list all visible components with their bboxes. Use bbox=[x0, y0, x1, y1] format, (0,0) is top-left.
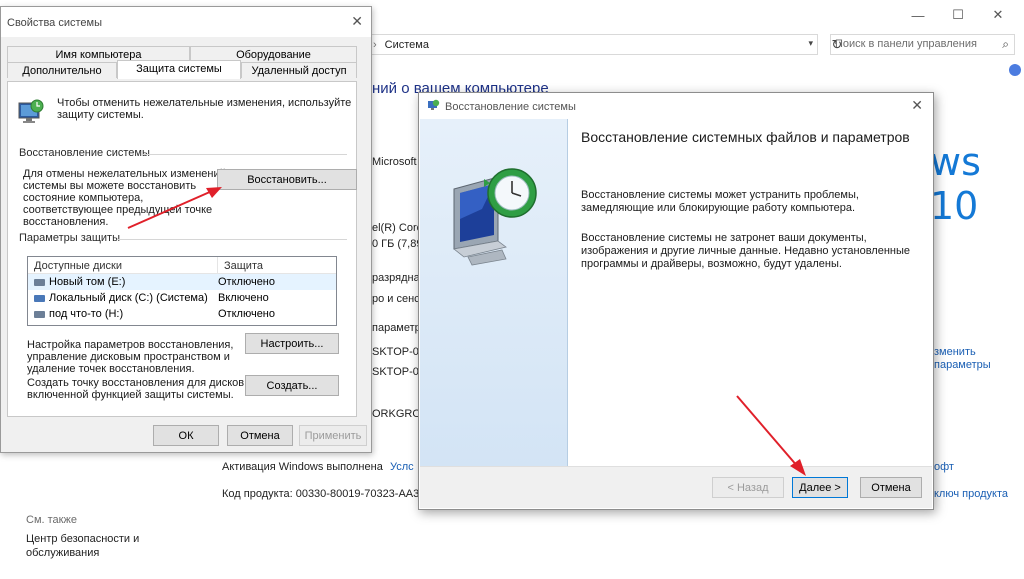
wizard-title: Восстановление системы bbox=[445, 101, 576, 113]
wizard-text-3: Восстановление системы не затронет ваши … bbox=[581, 232, 867, 244]
close-icon[interactable]: ✕ bbox=[978, 4, 1018, 26]
disk-status: Включено bbox=[218, 292, 269, 304]
microsoft-link[interactable]: офт bbox=[934, 461, 954, 473]
apply-button[interactable]: Применить bbox=[299, 425, 367, 446]
system-restore-icon bbox=[428, 99, 440, 110]
system-properties-dialog: Свойства системы ✕ Имя компьютера Оборуд… bbox=[0, 6, 372, 453]
dialog-title: Свойства системы bbox=[7, 17, 103, 29]
maximize-icon[interactable]: ☐ bbox=[938, 4, 978, 26]
window-caption-buttons: — ☐ ✕ bbox=[898, 4, 1018, 26]
table-row[interactable]: Локальный диск (C:) (Система) Включено bbox=[28, 290, 336, 306]
monitor-restore-icon bbox=[453, 168, 537, 266]
see-also-label: См. также bbox=[26, 514, 77, 526]
activation-status: Активация Windows выполнена bbox=[222, 461, 383, 473]
table-row[interactable]: под что-то (H:) Отключено bbox=[28, 306, 336, 322]
computer-params-label: параметр bbox=[372, 322, 421, 334]
wizard-text-2: замедляющие или блокирующие работу компь… bbox=[581, 202, 856, 214]
system-restore-wizard: Восстановление системы ✕ Восстановление … bbox=[418, 92, 934, 510]
disk-name: под что-то (H:) bbox=[49, 308, 124, 320]
create-button[interactable]: Создать... bbox=[245, 375, 339, 396]
wizard-text-1: Восстановление системы может устранить п… bbox=[581, 189, 859, 201]
protection-group-title: Параметры защиты bbox=[19, 232, 120, 244]
os-edition: Microsoft bbox=[372, 156, 417, 168]
configure-button[interactable]: Настроить... bbox=[245, 333, 339, 354]
back-button[interactable]: < Назад bbox=[712, 477, 784, 498]
tab-row-2: Дополнительно Защита системы Удаленный д… bbox=[7, 60, 357, 79]
restore-desc-4: соответствующее предыдущей точке bbox=[23, 204, 213, 216]
license-terms-link[interactable]: Услс bbox=[390, 461, 414, 473]
change-settings-link[interactable]: зменить bbox=[934, 346, 976, 358]
pen-value: ро и сенс bbox=[372, 293, 420, 305]
search-input[interactable]: Поиск в панели управления ⌕ bbox=[830, 34, 1015, 55]
restore-desc-3: состояние компьютера, bbox=[23, 192, 144, 204]
breadcrumb-system[interactable]: Система bbox=[385, 39, 429, 51]
dialog-titlebar: Свойства системы ✕ bbox=[1, 7, 371, 37]
column-available-disks[interactable]: Доступные диски bbox=[28, 257, 218, 273]
breadcrumb-separator: › bbox=[373, 38, 377, 51]
tab-advanced[interactable]: Дополнительно bbox=[7, 62, 117, 78]
intro-text-1: Чтобы отменить нежелательные изменения, … bbox=[57, 97, 352, 109]
wizard-titlebar: Восстановление системы ✕ bbox=[419, 93, 933, 119]
search-placeholder: Поиск в панели управления bbox=[835, 38, 977, 50]
disk-name: Новый том (E:) bbox=[49, 276, 126, 288]
disk-status: Отключено bbox=[218, 276, 275, 288]
restore-group-title: Восстановление системы bbox=[19, 147, 150, 159]
wizard-heading: Восстановление системных файлов и параме… bbox=[581, 129, 910, 145]
ram-value: 0 ГБ (7,89 bbox=[372, 238, 423, 250]
tab-remote[interactable]: Удаленный доступ bbox=[241, 62, 357, 78]
scroll-up-icon[interactable] bbox=[1009, 64, 1021, 76]
column-protection[interactable]: Защита bbox=[218, 257, 263, 273]
next-button[interactable]: Далее > bbox=[792, 477, 848, 498]
security-center-link-2[interactable]: обслуживания bbox=[26, 547, 99, 559]
disk-status: Отключено bbox=[218, 308, 275, 320]
configure-desc-1: Настройка параметров восстановления, bbox=[27, 339, 234, 351]
change-settings-link-2[interactable]: параметры bbox=[934, 359, 991, 371]
processor-value: el(R) Core bbox=[372, 222, 423, 234]
ok-button[interactable]: ОК bbox=[153, 425, 219, 446]
system-type-value: разрядна bbox=[372, 272, 420, 284]
cancel-button[interactable]: Отмена bbox=[227, 425, 293, 446]
configure-desc-2: управление дисковым пространством и bbox=[27, 351, 230, 363]
product-key: Код продукта: 00330-80019-70323-AA37 bbox=[222, 488, 426, 500]
close-icon[interactable]: ✕ bbox=[351, 13, 363, 30]
wizard-side-panel bbox=[420, 119, 568, 467]
scrollbar[interactable] bbox=[1005, 60, 1024, 579]
wizard-footer: < Назад Далее > Отмена bbox=[420, 466, 932, 508]
restore-button[interactable]: Восстановить... bbox=[217, 169, 357, 190]
wizard-text-4: изображения и другие личные данные. Неда… bbox=[581, 245, 910, 257]
configure-desc-3: удаление точек восстановления. bbox=[27, 363, 195, 375]
security-center-link[interactable]: Центр безопасности и bbox=[26, 533, 139, 545]
restore-desc-2: системы вы можете восстановить bbox=[23, 180, 197, 192]
cancel-button[interactable]: Отмена bbox=[860, 477, 922, 498]
restore-desc-5: восстановления. bbox=[23, 216, 109, 228]
chevron-down-icon[interactable]: ▾ bbox=[808, 38, 813, 49]
disk-name: Локальный диск (C:) (Система) bbox=[49, 292, 208, 304]
close-icon[interactable]: ✕ bbox=[911, 97, 923, 114]
create-desc-1: Создать точку восстановления для дисков … bbox=[27, 377, 253, 389]
divider bbox=[141, 154, 347, 155]
search-icon[interactable]: ⌕ bbox=[1002, 37, 1009, 52]
system-protection-icon bbox=[18, 99, 44, 123]
address-bar[interactable]: › Система ▾ bbox=[368, 34, 818, 55]
change-product-key-link[interactable]: ключ продукта bbox=[934, 488, 1008, 500]
divider bbox=[117, 239, 347, 240]
tab-system-protection[interactable]: Защита системы bbox=[117, 60, 241, 79]
minimize-icon[interactable]: — bbox=[898, 4, 938, 26]
drive-icon bbox=[34, 310, 45, 318]
disks-listview[interactable]: Доступные диски Защита Новый том (E:) От… bbox=[27, 256, 337, 326]
system-drive-icon bbox=[34, 294, 45, 302]
table-row[interactable]: Новый том (E:) Отключено bbox=[28, 274, 336, 290]
listview-header: Доступные диски Защита bbox=[28, 257, 336, 274]
create-desc-2: включенной функцией защиты системы. bbox=[27, 389, 234, 401]
drive-icon bbox=[34, 278, 45, 286]
intro-text-2: защиту системы. bbox=[57, 109, 144, 121]
wizard-text-5: программы и драйверы, возможно, будут уд… bbox=[581, 258, 842, 270]
restore-desc-1: Для отмены нежелательных изменений bbox=[23, 168, 226, 180]
